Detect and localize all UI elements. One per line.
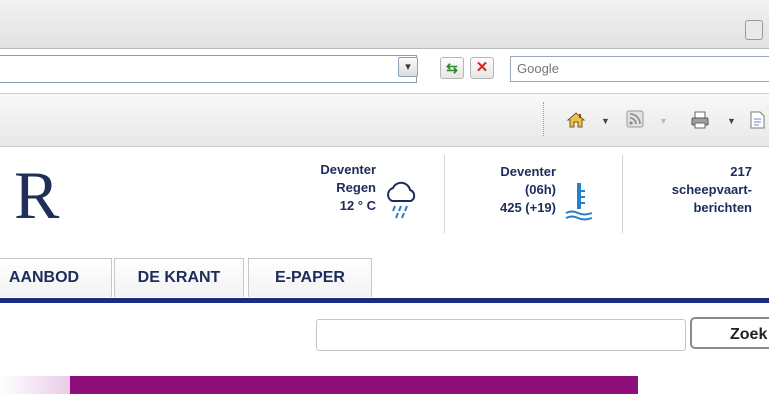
browser-address-bar: ▾ ⇆ ✕ xyxy=(0,49,769,94)
browser-command-bar: ▼ ▼ ▼ xyxy=(0,94,769,147)
nav-underline xyxy=(0,298,769,303)
printer-icon xyxy=(691,111,709,129)
feeds-dropdown-arrow[interactable]: ▼ xyxy=(659,116,668,126)
close-icon: ✕ xyxy=(475,59,489,76)
water-city: Deventer xyxy=(500,164,556,179)
tab-aanbod[interactable]: AANBOD xyxy=(0,258,112,297)
tab-e-paper[interactable]: E-PAPER xyxy=(248,258,372,297)
page-icon xyxy=(750,111,765,129)
site-logo[interactable]: R xyxy=(14,161,59,229)
home-dropdown-arrow[interactable]: ▼ xyxy=(601,116,610,126)
advertisement-banner[interactable] xyxy=(70,376,638,394)
feeds-button[interactable] xyxy=(625,110,645,130)
browser-search-input[interactable] xyxy=(511,57,757,79)
chevron-down-icon: ▾ xyxy=(405,61,411,73)
home-button[interactable] xyxy=(566,110,586,130)
print-dropdown-arrow[interactable]: ▼ xyxy=(727,116,736,126)
rss-icon xyxy=(626,110,644,128)
address-dropdown-button[interactable]: ▾ xyxy=(398,57,418,77)
water-level-widget[interactable]: Deventer (06h) 425 (+19) xyxy=(462,163,556,217)
weather-city: Deventer xyxy=(320,162,376,177)
tab-de-krant[interactable]: DE KRANT xyxy=(114,258,244,297)
refresh-icon: ⇆ xyxy=(446,60,458,76)
address-input[interactable] xyxy=(0,55,417,83)
print-button[interactable] xyxy=(690,110,710,130)
banner-gradient xyxy=(0,376,70,394)
weather-temperature: 12 ° C xyxy=(339,198,376,213)
page-button[interactable] xyxy=(748,110,766,130)
tab-label: E-PAPER xyxy=(275,269,345,286)
weather-widget[interactable]: Deventer Regen 12 ° C xyxy=(280,161,376,215)
stop-button[interactable]: ✕ xyxy=(470,57,494,79)
search-button[interactable]: Zoek xyxy=(690,317,769,349)
shipping-count: 217 xyxy=(730,164,752,179)
weather-condition: Regen xyxy=(336,180,376,195)
home-icon xyxy=(566,112,586,128)
browser-title-bar xyxy=(0,0,769,49)
page-content: R Deventer Regen 12 ° C Deventer (06h) 4… xyxy=(0,147,769,394)
site-search-input[interactable] xyxy=(316,319,686,351)
widget-separator xyxy=(622,155,623,233)
water-gauge-icon xyxy=(565,183,593,221)
refresh-button[interactable]: ⇆ xyxy=(440,57,464,79)
browser-search-box[interactable] xyxy=(510,56,769,82)
shipping-label-line2: berichten xyxy=(693,200,752,215)
shipping-label-line1: scheepvaart- xyxy=(671,182,752,197)
water-time: (06h) xyxy=(524,182,556,197)
water-level: 425 (+19) xyxy=(499,200,556,215)
shipping-news-widget[interactable]: 217 scheepvaart- berichten xyxy=(632,163,752,217)
window-control-button[interactable] xyxy=(745,20,763,40)
tab-label: AANBOD xyxy=(8,269,80,286)
toolbar-separator xyxy=(543,102,545,136)
tab-label: DE KRANT xyxy=(137,269,221,286)
rain-cloud-icon xyxy=(387,181,416,219)
widget-separator xyxy=(444,155,445,233)
search-button-label: Zoek xyxy=(730,326,768,343)
